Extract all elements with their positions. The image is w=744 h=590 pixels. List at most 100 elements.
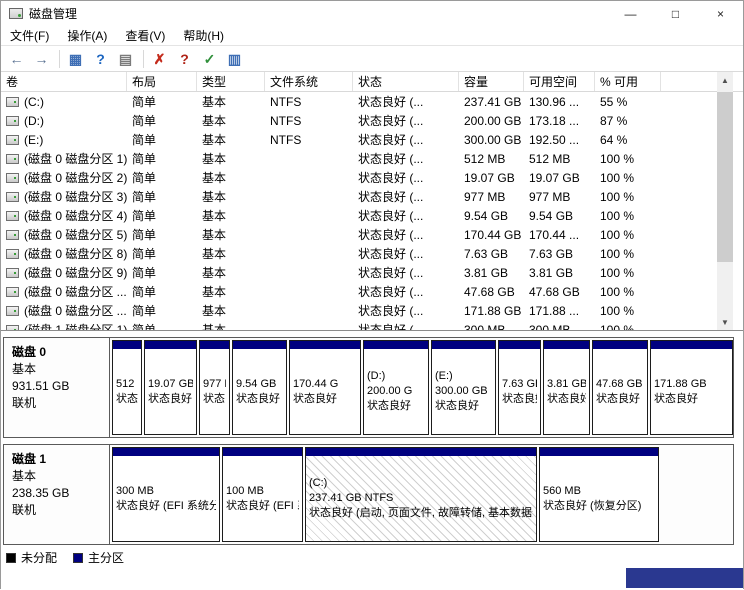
table-row[interactable]: (E:)简单基本NTFS状态良好 (...300.00 GB192.50 ...… [1, 130, 743, 149]
partition-text: 560 MB状态良好 (恢复分区) [540, 456, 658, 541]
table-row[interactable]: (磁盘 0 磁盘分区 3)简单基本状态良好 (...977 MB977 MB10… [1, 187, 743, 206]
partition-text: 19.07 GB状态良好 [145, 349, 196, 434]
table-row[interactable]: (磁盘 0 磁盘分区 1)简单基本状态良好 (...512 MB512 MB10… [1, 149, 743, 168]
forward-button[interactable]: → [30, 48, 53, 70]
partition-line: 300.00 GB [435, 384, 492, 399]
volume-icon [6, 154, 19, 164]
delete-volume-button[interactable]: ✗ [148, 48, 171, 70]
disk-info[interactable]: 磁盘 1基本238.35 GB联机 [4, 445, 110, 544]
table-row[interactable]: (磁盘 0 磁盘分区 4)简单基本状态良好 (...9.54 GB9.54 GB… [1, 206, 743, 225]
cell: 状态良好 (... [353, 130, 459, 149]
help-button[interactable]: ? [89, 48, 112, 70]
table-row[interactable]: (磁盘 0 磁盘分区 ...简单基本状态良好 (...47.68 GB47.68… [1, 282, 743, 301]
partition-block[interactable]: (E:)300.00 GB状态良好 [431, 340, 496, 435]
table-row[interactable]: (磁盘 0 磁盘分区 ...简单基本状态良好 (...171.88 GB171.… [1, 301, 743, 320]
toolbar: ←→▦?▤✗?✓▥ [1, 46, 743, 72]
scroll-up-icon[interactable]: ▲ [717, 72, 733, 88]
menu-item[interactable]: 文件(F) [1, 26, 58, 45]
partition-block[interactable]: 171.88 GB状态良好 [650, 340, 733, 435]
table-row[interactable]: (磁盘 0 磁盘分区 9)简单基本状态良好 (...3.81 GB3.81 GB… [1, 263, 743, 282]
scroll-thumb[interactable] [717, 92, 733, 262]
context-help-button[interactable]: ? [173, 48, 196, 70]
disk-info[interactable]: 磁盘 0基本931.51 GB联机 [4, 338, 110, 437]
partition-type-bar [145, 341, 196, 349]
partition-block[interactable]: 9.54 GB状态良好 [232, 340, 287, 435]
table-row[interactable]: (磁盘 0 磁盘分区 2)简单基本状态良好 (...19.07 GB19.07 … [1, 168, 743, 187]
partition-line: 状态良好 [116, 392, 138, 407]
column-header-2[interactable]: 类型 [197, 72, 265, 91]
column-header-5[interactable]: 容量 [459, 72, 524, 91]
cell: 基本 [197, 168, 265, 187]
partition-block[interactable]: 977 MB状态良好 [199, 340, 230, 435]
titlebar: 磁盘管理 — □ × [1, 1, 743, 26]
column-header-0[interactable]: 卷 [1, 72, 127, 91]
column-header-4[interactable]: 状态 [353, 72, 459, 91]
table-row[interactable]: (磁盘 0 磁盘分区 5)简单基本状态良好 (...170.44 GB170.4… [1, 225, 743, 244]
cell [265, 301, 353, 320]
cell: 状态良好 (... [353, 92, 459, 111]
partition-block[interactable]: 7.63 GB状态良好 [498, 340, 541, 435]
volume-icon [6, 192, 19, 202]
partition-area: 300 MB状态良好 (EFI 系统分区)100 MB状态良好 (EFI 系统分… [110, 445, 733, 544]
partition-line: 状态良好 [547, 392, 586, 407]
disk-name: 磁盘 0 [12, 344, 101, 361]
partition-block[interactable]: 560 MB状态良好 (恢复分区) [539, 447, 659, 542]
partition-block[interactable]: (D:)200.00 G状态良好 [363, 340, 429, 435]
partition-block[interactable]: 3.81 GB状态良好 [543, 340, 590, 435]
partition-block[interactable]: 170.44 G状态良好 [289, 340, 361, 435]
menu-item[interactable]: 帮助(H) [174, 26, 233, 45]
table-row[interactable]: (磁盘 1 磁盘分区 1)简单基本状态良好 (...300 MB300 MB10… [1, 320, 743, 331]
volume-name: (磁盘 0 磁盘分区 8) [24, 245, 127, 262]
commit-button[interactable]: ✓ [198, 48, 221, 70]
context-help-icon: ? [180, 52, 189, 66]
cell: 状态良好 (... [353, 149, 459, 168]
cell: 简单 [127, 111, 197, 130]
scroll-down-icon[interactable]: ▼ [717, 314, 733, 330]
volume-icon [6, 211, 19, 221]
console-tree-button[interactable]: ▦ [64, 48, 87, 70]
partition-block[interactable]: 512 MB状态良好 [112, 340, 142, 435]
close-button[interactable]: × [698, 1, 743, 26]
cell: 300.00 GB [459, 130, 524, 149]
volume-name: (C:) [24, 95, 44, 109]
partition-block[interactable]: 100 MB状态良好 (EFI 系统分区) [222, 447, 303, 542]
cell: 200.00 GB [459, 111, 524, 130]
back-button[interactable]: ← [5, 48, 28, 70]
partition-block[interactable]: (C:)237.41 GB NTFS状态良好 (启动, 页面文件, 故障转储, … [305, 447, 537, 542]
column-header-3[interactable]: 文件系统 [265, 72, 353, 91]
cell: 100 % [595, 282, 661, 301]
partition-line: (E:) [435, 369, 492, 384]
partition-block[interactable]: 47.68 GB状态良好 [592, 340, 648, 435]
properties-button[interactable]: ▤ [114, 48, 137, 70]
column-header-6[interactable]: 可用空间 [524, 72, 595, 91]
table-scrollbar[interactable]: ▲ ▼ [717, 72, 733, 330]
partition-block[interactable]: 19.07 GB状态良好 [144, 340, 197, 435]
volume-cell: (磁盘 0 磁盘分区 1) [1, 149, 127, 168]
menu-item[interactable]: 查看(V) [116, 26, 174, 45]
partition-block[interactable]: 300 MB状态良好 (EFI 系统分区) [112, 447, 220, 542]
column-header-7[interactable]: % 可用 [595, 72, 661, 91]
column-header-1[interactable]: 布局 [127, 72, 197, 91]
window-title: 磁盘管理 [29, 5, 77, 22]
cell: 87 % [595, 111, 661, 130]
cell: 977 MB [459, 187, 524, 206]
partition-text: 170.44 G状态良好 [290, 349, 360, 434]
cell: 3.81 GB [459, 263, 524, 282]
partition-type-bar [290, 341, 360, 349]
cell [265, 168, 353, 187]
partition-type-bar [223, 448, 302, 456]
menubar: 文件(F)操作(A)查看(V)帮助(H) [1, 26, 743, 46]
cell: 7.63 GB [459, 244, 524, 263]
menu-item[interactable]: 操作(A) [58, 26, 116, 45]
table-row[interactable]: (磁盘 0 磁盘分区 8)简单基本状态良好 (...7.63 GB7.63 GB… [1, 244, 743, 263]
minimize-button[interactable]: — [608, 1, 653, 26]
cell: 170.44 ... [524, 225, 595, 244]
table-row[interactable]: (C:)简单基本NTFS状态良好 (...237.41 GB130.96 ...… [1, 92, 743, 111]
cell: 130.96 ... [524, 92, 595, 111]
panes-button[interactable]: ▥ [223, 48, 246, 70]
maximize-button[interactable]: □ [653, 1, 698, 26]
cell: 状态良好 (... [353, 282, 459, 301]
table-row[interactable]: (D:)简单基本NTFS状态良好 (...200.00 GB173.18 ...… [1, 111, 743, 130]
cell: 100 % [595, 263, 661, 282]
cell: 简单 [127, 149, 197, 168]
